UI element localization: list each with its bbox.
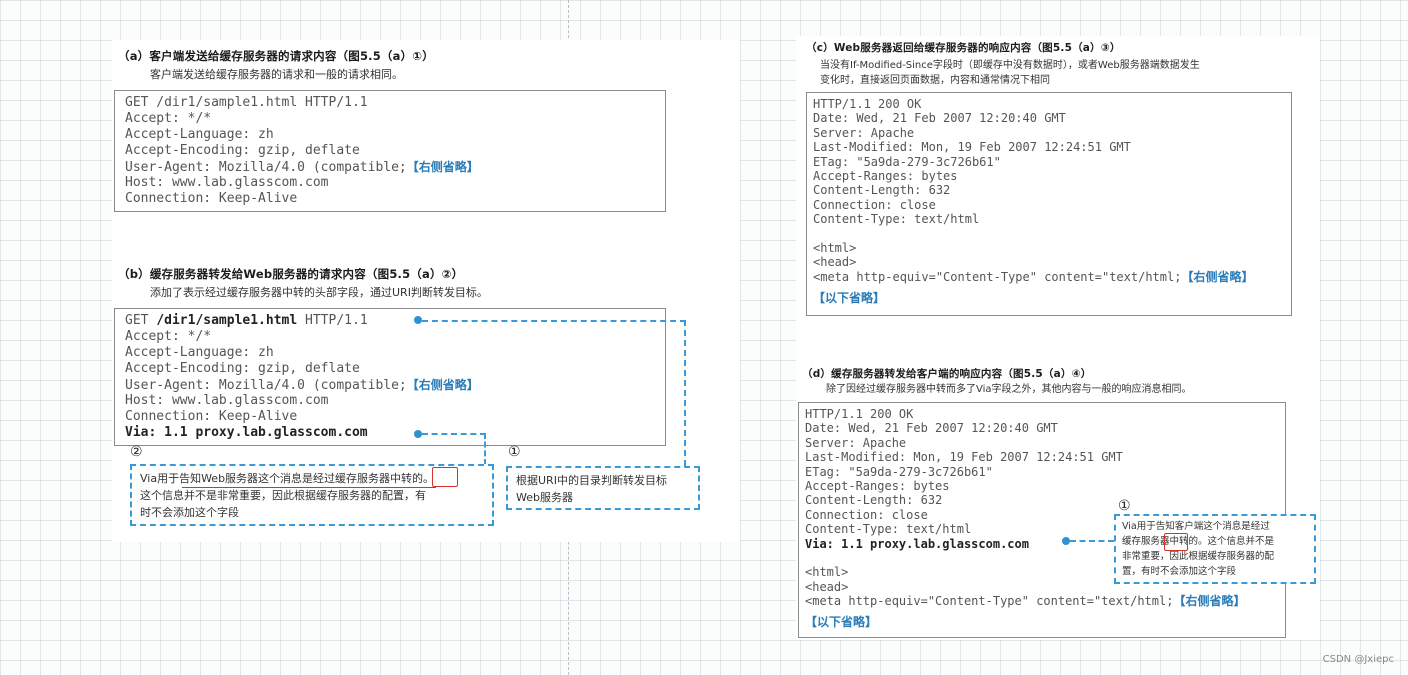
uri-callout-note: 根据URI中的目录判断转发目标 Web服务器	[506, 466, 700, 510]
code-line: <head>	[813, 255, 857, 270]
connector-dot	[414, 316, 422, 324]
omit-right-label: 【右侧省略】	[1173, 594, 1246, 609]
response-c-box: HTTP/1.1 200 OK Date: Wed, 21 Feb 2007 1…	[806, 92, 1292, 316]
connector-line	[684, 320, 686, 466]
code-line: User-Agent: Mozilla/4.0 (compatible;【右侧省…	[125, 159, 655, 175]
note-line: 非常重要，因此根据缓存服务器的配	[1122, 551, 1275, 562]
via-header-line: Via: 1.1 proxy.lab.glasscom.com	[125, 425, 368, 440]
code-line: Accept: */*	[125, 329, 212, 344]
red-highlight-box	[1164, 533, 1188, 551]
code-line: Content-Length: 632	[813, 183, 951, 198]
section-d-title: （d）缓存服务器转发给客户端的响应内容（图5.5（a）④）	[802, 368, 1092, 380]
connector-dot	[414, 430, 422, 438]
right-figure-panel: （c）Web服务器返回给缓存服务器的响应内容（图5.5（a）③） 当没有If-M…	[796, 36, 1320, 640]
callout-number: ①	[508, 444, 521, 460]
via-callout-note: Via用于告知客户端这个消息是经过 缓存服务器中转的。这个信息并不是 非常重要，…	[1114, 514, 1316, 584]
code-text: <meta http-equiv="Content-Type" content=…	[813, 269, 1182, 284]
code-line: HTTP/1.1 200 OK	[813, 97, 922, 111]
connector-line	[422, 320, 686, 322]
code-line: Connection: Keep-Alive	[125, 191, 298, 206]
callout-number: ②	[130, 444, 143, 460]
section-b-title: （b）缓存服务器转发给Web服务器的请求内容（图5.5（a）②）	[118, 267, 464, 281]
red-highlight-box	[432, 467, 458, 487]
callout-number: ①	[1118, 498, 1131, 514]
code-line: Accept-Ranges: bytes	[813, 168, 958, 183]
code-line: Content-Type: text/html	[813, 212, 980, 227]
request-a-box: GET /dir1/sample1.html HTTP/1.1 Accept: …	[114, 90, 666, 212]
watermark-text: CSDN @Jxiepc	[1322, 654, 1394, 665]
code-text: User-Agent: Mozilla/4.0 (compatible;	[125, 160, 407, 175]
code-line: Connection: Keep-Alive	[125, 409, 298, 424]
left-figure-panel: （a）客户端发送给缓存服务器的请求内容（图5.5（a）①） 客户端发送给缓存服务…	[112, 40, 740, 542]
note-line: 这个信息并不是非常重要，因此根据缓存服务器的配置，有	[140, 489, 426, 502]
section-d-subtitle: 除了因经过缓存服务器中转而多了Via字段之外，其他内容与一般的响应消息相同。	[826, 384, 1192, 395]
code-line: Accept-Encoding: gzip, deflate	[125, 361, 360, 376]
omit-below-label: 【以下省略】	[813, 291, 886, 306]
connector-dot	[1062, 537, 1070, 545]
code-line: Last-Modified: Mon, 19 Feb 2007 12:24:51…	[805, 450, 1123, 465]
code-line: Accept-Language: zh	[125, 345, 274, 360]
section-b-subtitle: 添加了表示经过缓存服务器中转的头部字段，通过URI判断转发目标。	[150, 286, 488, 299]
code-line: Date: Wed, 21 Feb 2007 12:20:40 GMT	[805, 421, 1058, 436]
code-line: <meta http-equiv="Content-Type" content=…	[813, 270, 1285, 284]
code-line: Accept-Language: zh	[125, 127, 274, 142]
note-line: 根据URI中的目录判断转发目标	[516, 474, 667, 487]
note-line: 缓存服务器中转的。这个信息并不是	[1122, 536, 1275, 547]
connector-line	[484, 433, 486, 465]
section-a-subtitle: 客户端发送给缓存服务器的请求和一般的请求相同。	[150, 68, 403, 81]
code-text: HTTP/1.1	[297, 313, 368, 328]
omit-right-label: 【右侧省略】	[406, 378, 479, 392]
connector-line	[1070, 540, 1114, 542]
subtitle-line: 当没有If-Modified-Since字段时（即缓存中没有数据时），或者Web…	[820, 60, 1200, 71]
code-line: Server: Apache	[805, 435, 907, 450]
code-line: Last-Modified: Mon, 19 Feb 2007 12:24:51…	[813, 140, 1131, 155]
code-line: <meta http-equiv="Content-Type" content=…	[805, 594, 1279, 608]
code-line: GET /dir1/sample1.html HTTP/1.1	[125, 95, 368, 110]
code-line: Content-Length: 632	[805, 493, 943, 508]
omit-right-label: 【右侧省略】	[406, 160, 479, 174]
omit-below-label: 【以下省略】	[805, 615, 878, 630]
code-line: ETag: "5a9da-279-3c726b61"	[805, 464, 993, 479]
note-line: Via用于告知客户端这个消息是经过	[1122, 521, 1270, 532]
code-line: HTTP/1.1 200 OK	[805, 407, 914, 421]
code-line: Connection: close	[813, 197, 936, 212]
code-line: Host: www.lab.glasscom.com	[125, 393, 329, 408]
code-line: Accept: */*	[125, 111, 212, 126]
code-line: ETag: "5a9da-279-3c726b61"	[813, 154, 1001, 169]
code-line: Accept-Encoding: gzip, deflate	[125, 143, 360, 158]
note-line: 置，有时不会添加这个字段	[1122, 566, 1237, 577]
code-line: Host: www.lab.glasscom.com	[125, 175, 329, 190]
section-c-title: （c）Web服务器返回给缓存服务器的响应内容（图5.5（a）③）	[806, 42, 1121, 54]
note-line: Web服务器	[516, 491, 573, 504]
code-line: Accept-Ranges: bytes	[805, 478, 950, 493]
code-line: User-Agent: Mozilla/4.0 (compatible;【右侧省…	[125, 377, 655, 393]
note-line: 时不会添加这个字段	[140, 506, 239, 519]
section-a-title: （a）客户端发送给缓存服务器的请求内容（图5.5（a）①）	[118, 49, 434, 63]
section-c-subtitle: 当没有If-Modified-Since字段时（即缓存中没有数据时），或者Web…	[820, 58, 1200, 88]
connector-line	[422, 433, 486, 435]
code-text: <meta http-equiv="Content-Type" content=…	[805, 594, 1174, 609]
code-line: Date: Wed, 21 Feb 2007 12:20:40 GMT	[813, 111, 1066, 126]
code-text: GET	[125, 313, 157, 328]
subtitle-line: 变化时，直接返回页面数据，内容和通常情况下相同	[820, 75, 1050, 86]
code-line: <html>	[813, 240, 857, 255]
omit-right-label: 【右侧省略】	[1181, 269, 1254, 284]
request-uri: /dir1/sample1.html	[156, 313, 298, 328]
red-underline	[182, 487, 436, 488]
code-text: User-Agent: Mozilla/4.0 (compatible;	[125, 378, 407, 393]
request-b-box: GET /dir1/sample1.html HTTP/1.1 Accept: …	[114, 308, 666, 446]
code-line: Server: Apache	[813, 125, 915, 140]
